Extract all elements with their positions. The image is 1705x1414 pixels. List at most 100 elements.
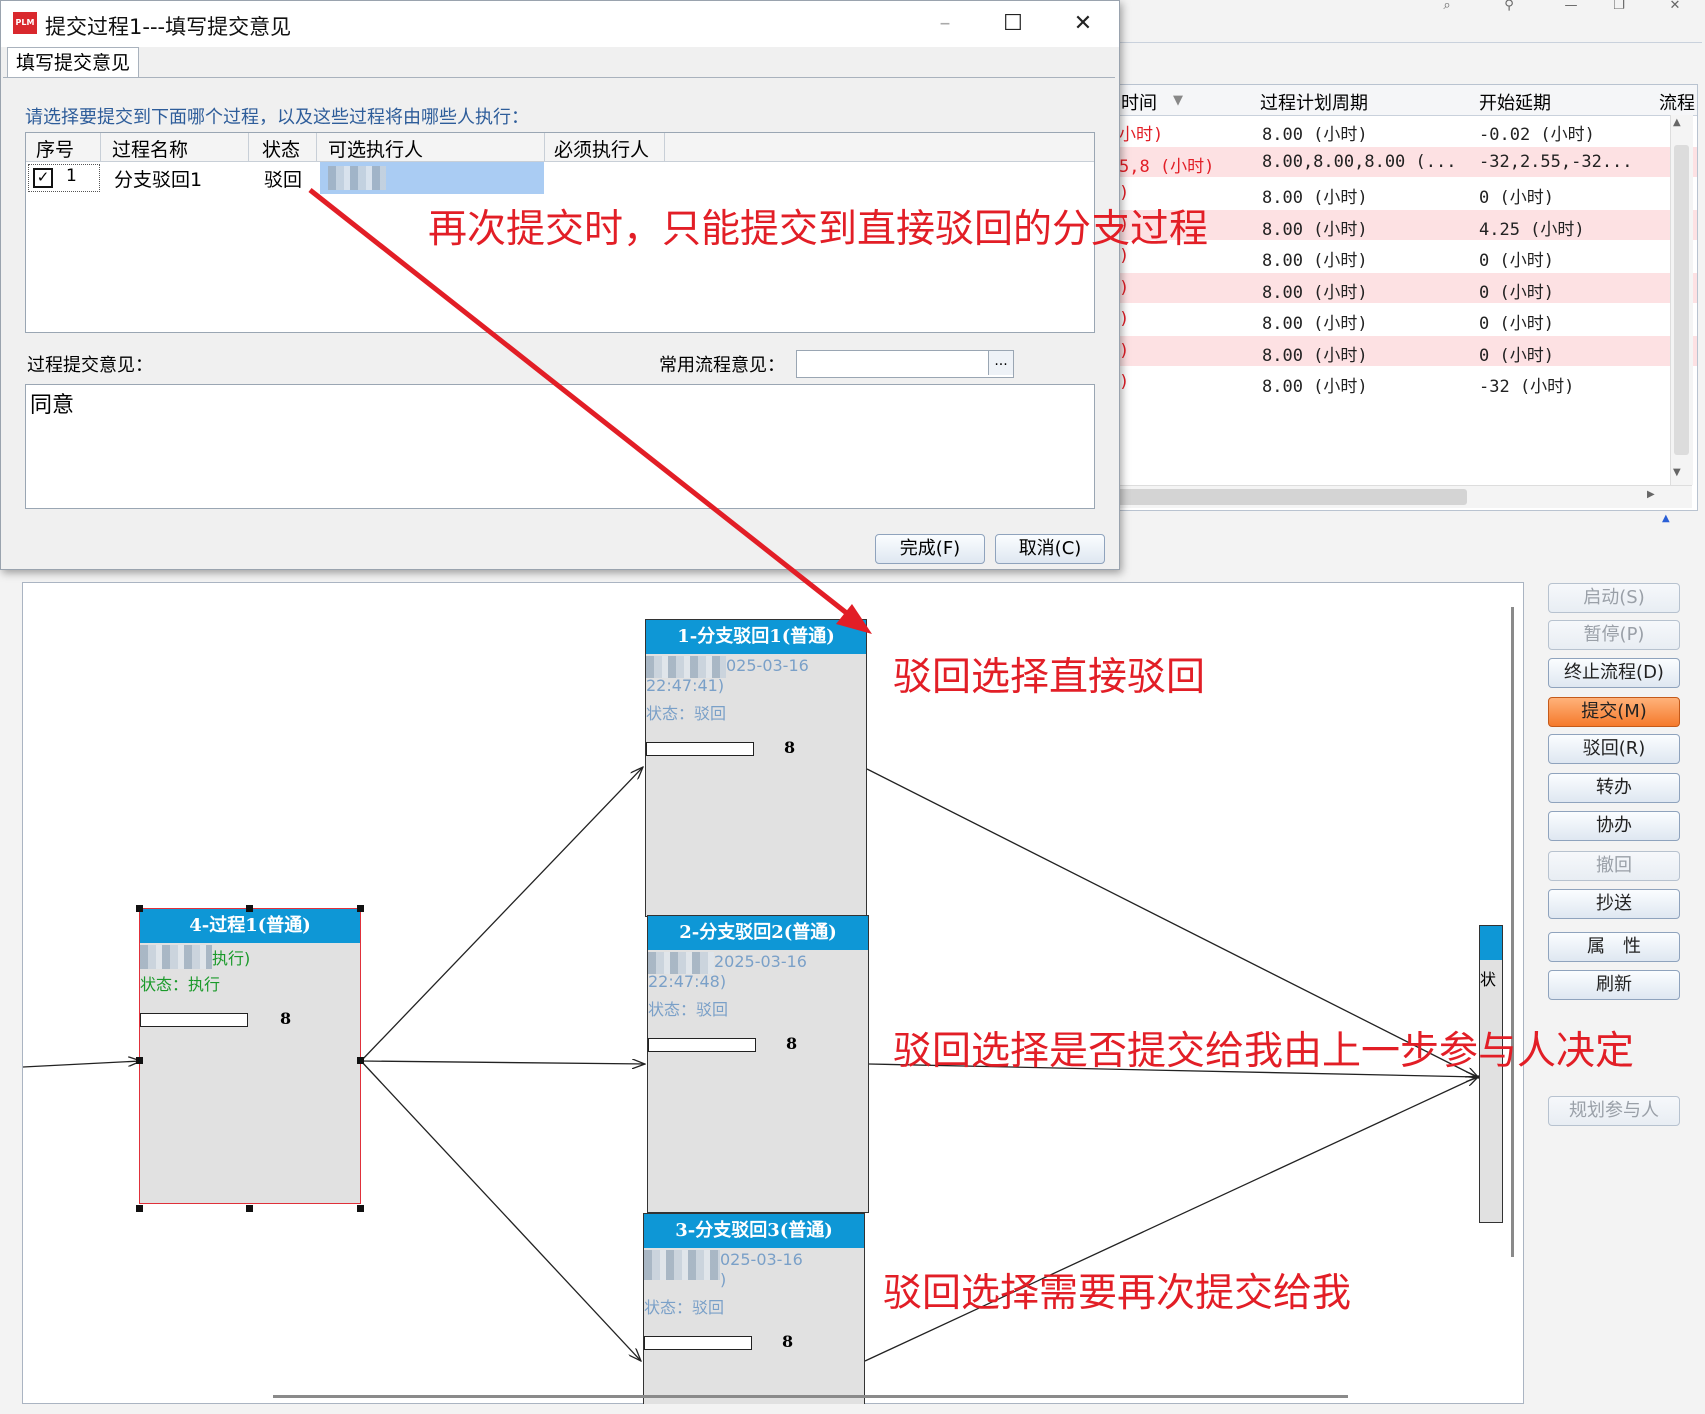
node-time: 22:47:48) bbox=[648, 972, 727, 991]
col-divider bbox=[100, 133, 101, 161]
col-divider bbox=[664, 133, 665, 161]
cell-cycle: 8.00 (小时) bbox=[1262, 251, 1368, 271]
progress-bar bbox=[648, 1038, 756, 1052]
col-flow[interactable]: 流程 bbox=[1659, 89, 1695, 115]
terminate-button[interactable]: 终止流程(D) bbox=[1548, 658, 1680, 688]
plan-participants-button[interactable]: 规划参与人 bbox=[1548, 1096, 1680, 1126]
cell-delay: -32,2.55,-32... bbox=[1479, 151, 1633, 172]
vertical-scrollbar[interactable]: ▲ ▼ bbox=[1670, 115, 1693, 485]
sort-desc-icon[interactable]: ▼ bbox=[1173, 93, 1183, 108]
minimize-icon[interactable]: — bbox=[1556, 0, 1586, 14]
cell-time: ) bbox=[1119, 277, 1130, 298]
col-seq[interactable]: 序号 bbox=[36, 135, 74, 162]
maximize-icon[interactable]: ☐ bbox=[993, 9, 1033, 39]
horizontal-scrollbar[interactable]: ▶ bbox=[1117, 485, 1692, 508]
branch-node-3[interactable]: 3-分支驳回3(普通) 025-03-16 ) 状态：驳回 8 bbox=[643, 1213, 865, 1404]
common-opinion-label: 常用流程意见： bbox=[659, 355, 785, 376]
resize-handle[interactable] bbox=[136, 905, 143, 912]
node-time: ) bbox=[720, 1270, 727, 1289]
resize-handle[interactable] bbox=[357, 1057, 364, 1064]
redacted-name bbox=[648, 952, 714, 974]
resize-handle[interactable] bbox=[246, 1205, 253, 1212]
col-delay[interactable]: 开始延期 bbox=[1479, 89, 1551, 115]
diagram-hscroll[interactable] bbox=[273, 1395, 1348, 1398]
scroll-right-icon[interactable]: ▶ bbox=[1647, 489, 1655, 500]
redacted-name bbox=[646, 656, 726, 678]
scroll-thumb[interactable] bbox=[1674, 145, 1689, 455]
cc-button[interactable]: 抄送 bbox=[1548, 889, 1680, 919]
cell-time: ) bbox=[1119, 309, 1130, 329]
cell-delay: 0 (小时) bbox=[1479, 251, 1554, 271]
process-node-4[interactable]: 4-过程1(普通) 执行) 状态：执行 8 bbox=[139, 908, 361, 1204]
diagram-vscroll[interactable] bbox=[1511, 607, 1514, 1257]
col-divider bbox=[316, 133, 317, 161]
pause-button[interactable]: 暂停(P) bbox=[1548, 620, 1680, 650]
node-date: 025-03-16 bbox=[726, 656, 809, 675]
collapse-icon[interactable]: ▲ bbox=[1662, 513, 1670, 524]
progress-bar bbox=[140, 1013, 248, 1027]
node-status: 状态：驳回 bbox=[646, 704, 727, 723]
assist-button[interactable]: 协办 bbox=[1548, 811, 1680, 841]
cell-cycle: 8.00 (小时) bbox=[1262, 314, 1368, 334]
refresh-button[interactable]: 刷新 bbox=[1548, 970, 1680, 1000]
finish-button[interactable]: 完成(F) bbox=[875, 534, 985, 564]
table-row[interactable]: ) 8.00 (小时) -32 (小时) bbox=[1117, 367, 1697, 397]
col-cycle[interactable]: 过程计划周期 bbox=[1260, 89, 1368, 115]
node-title: 3-分支驳回3(普通) bbox=[644, 1214, 864, 1248]
tab-fill-opinion[interactable]: 填写提交意见 bbox=[7, 47, 140, 78]
pin-icon[interactable]: ⚲ bbox=[1494, 0, 1524, 14]
cell-cycle: 8.00,8.00,8.00 (... bbox=[1262, 151, 1457, 172]
comment-textarea[interactable]: 同意 bbox=[25, 384, 1095, 509]
row-checkbox[interactable]: ✓ bbox=[33, 168, 53, 188]
hscroll-thumb[interactable] bbox=[1117, 489, 1467, 505]
divider bbox=[1116, 42, 1702, 43]
scroll-down-icon[interactable]: ▼ bbox=[1673, 467, 1681, 478]
progress-bar bbox=[646, 742, 754, 756]
table-row[interactable]: ) 8.00 (小时) 0 (小时) bbox=[1117, 335, 1697, 366]
cell-cycle: 8.00 (小时) bbox=[1262, 282, 1368, 303]
table-row[interactable]: 小时) 8.00 (小时) -0.02 (小时) bbox=[1117, 115, 1697, 145]
table-header: 时间 ▼ 过程计划周期 开始延期 流程 bbox=[1117, 85, 1697, 116]
cancel-button[interactable]: 取消(C) bbox=[995, 534, 1105, 564]
resize-handle[interactable] bbox=[357, 905, 364, 912]
comment-label: 过程提交意见： bbox=[27, 355, 153, 376]
withdraw-button[interactable]: 撤回 bbox=[1548, 851, 1680, 881]
col-optional[interactable]: 可选执行人 bbox=[328, 135, 423, 162]
properties-button[interactable]: 属 性 bbox=[1548, 932, 1680, 962]
cell-delay: 0 (小时) bbox=[1479, 188, 1554, 208]
table-row[interactable]: 5,8 (小时) 8.00,8.00,8.00 (... -32,2.55,-32.… bbox=[1117, 146, 1697, 177]
transfer-button[interactable]: 转办 bbox=[1548, 773, 1680, 803]
col-name[interactable]: 过程名称 bbox=[112, 135, 188, 162]
search-icon[interactable]: ⌕ bbox=[1432, 0, 1462, 14]
annotation-direct-reject: 驳回选择直接驳回 bbox=[893, 655, 1206, 700]
process-table[interactable]: 时间 ▼ 过程计划周期 开始延期 流程 小时) 8.00 (小时) -0.02 (小… bbox=[1116, 84, 1698, 511]
col-time[interactable]: 时间 bbox=[1121, 89, 1157, 115]
node-status: 状态：执行 bbox=[140, 975, 221, 994]
browse-button[interactable]: ... bbox=[988, 351, 1013, 375]
minimize-icon[interactable]: – bbox=[925, 9, 965, 39]
common-opinion-input[interactable]: ... bbox=[796, 350, 1014, 378]
resize-handle[interactable] bbox=[136, 1057, 143, 1064]
table-row[interactable]: ✓ 1 分支驳回1 驳回 bbox=[26, 162, 1094, 194]
close-icon[interactable]: ✕ bbox=[1660, 0, 1690, 14]
branch-node-1[interactable]: 1-分支驳回1(普通) 025-03-16 22:47:41) 状态：驳回 8 bbox=[645, 619, 867, 917]
scroll-up-icon[interactable]: ▲ bbox=[1673, 117, 1681, 128]
col-status[interactable]: 状态 bbox=[262, 135, 300, 162]
cell-delay: 0 (小时) bbox=[1479, 314, 1554, 334]
resize-handle[interactable] bbox=[357, 1205, 364, 1212]
col-required[interactable]: 必须执行人 bbox=[554, 135, 649, 162]
close-icon[interactable]: ✕ bbox=[1063, 9, 1103, 39]
resize-handle[interactable] bbox=[246, 905, 253, 912]
resize-handle[interactable] bbox=[136, 1205, 143, 1212]
node-count: 8 bbox=[280, 1009, 292, 1028]
reject-button[interactable]: 驳回(R) bbox=[1548, 734, 1680, 764]
cell-delay: 0 (小时) bbox=[1479, 345, 1554, 366]
branch-node-2[interactable]: 2-分支驳回2(普通) 2025-03-16 22:47:48) 状态：驳回 8 bbox=[647, 915, 869, 1213]
restore-icon[interactable]: ❐ bbox=[1604, 0, 1634, 14]
submit-button[interactable]: 提交(M) bbox=[1548, 697, 1680, 727]
start-button[interactable]: 启动(S) bbox=[1548, 583, 1680, 613]
dialog-titlebar[interactable]: PLM 提交过程1---填写提交意见 – ☐ ✕ bbox=[1, 1, 1119, 47]
row-status: 驳回 bbox=[264, 169, 303, 191]
table-row[interactable]: ) 8.00 (小时) 0 (小时) bbox=[1117, 272, 1697, 303]
table-row[interactable]: ) 8.00 (小时) 0 (小时) bbox=[1117, 304, 1697, 334]
